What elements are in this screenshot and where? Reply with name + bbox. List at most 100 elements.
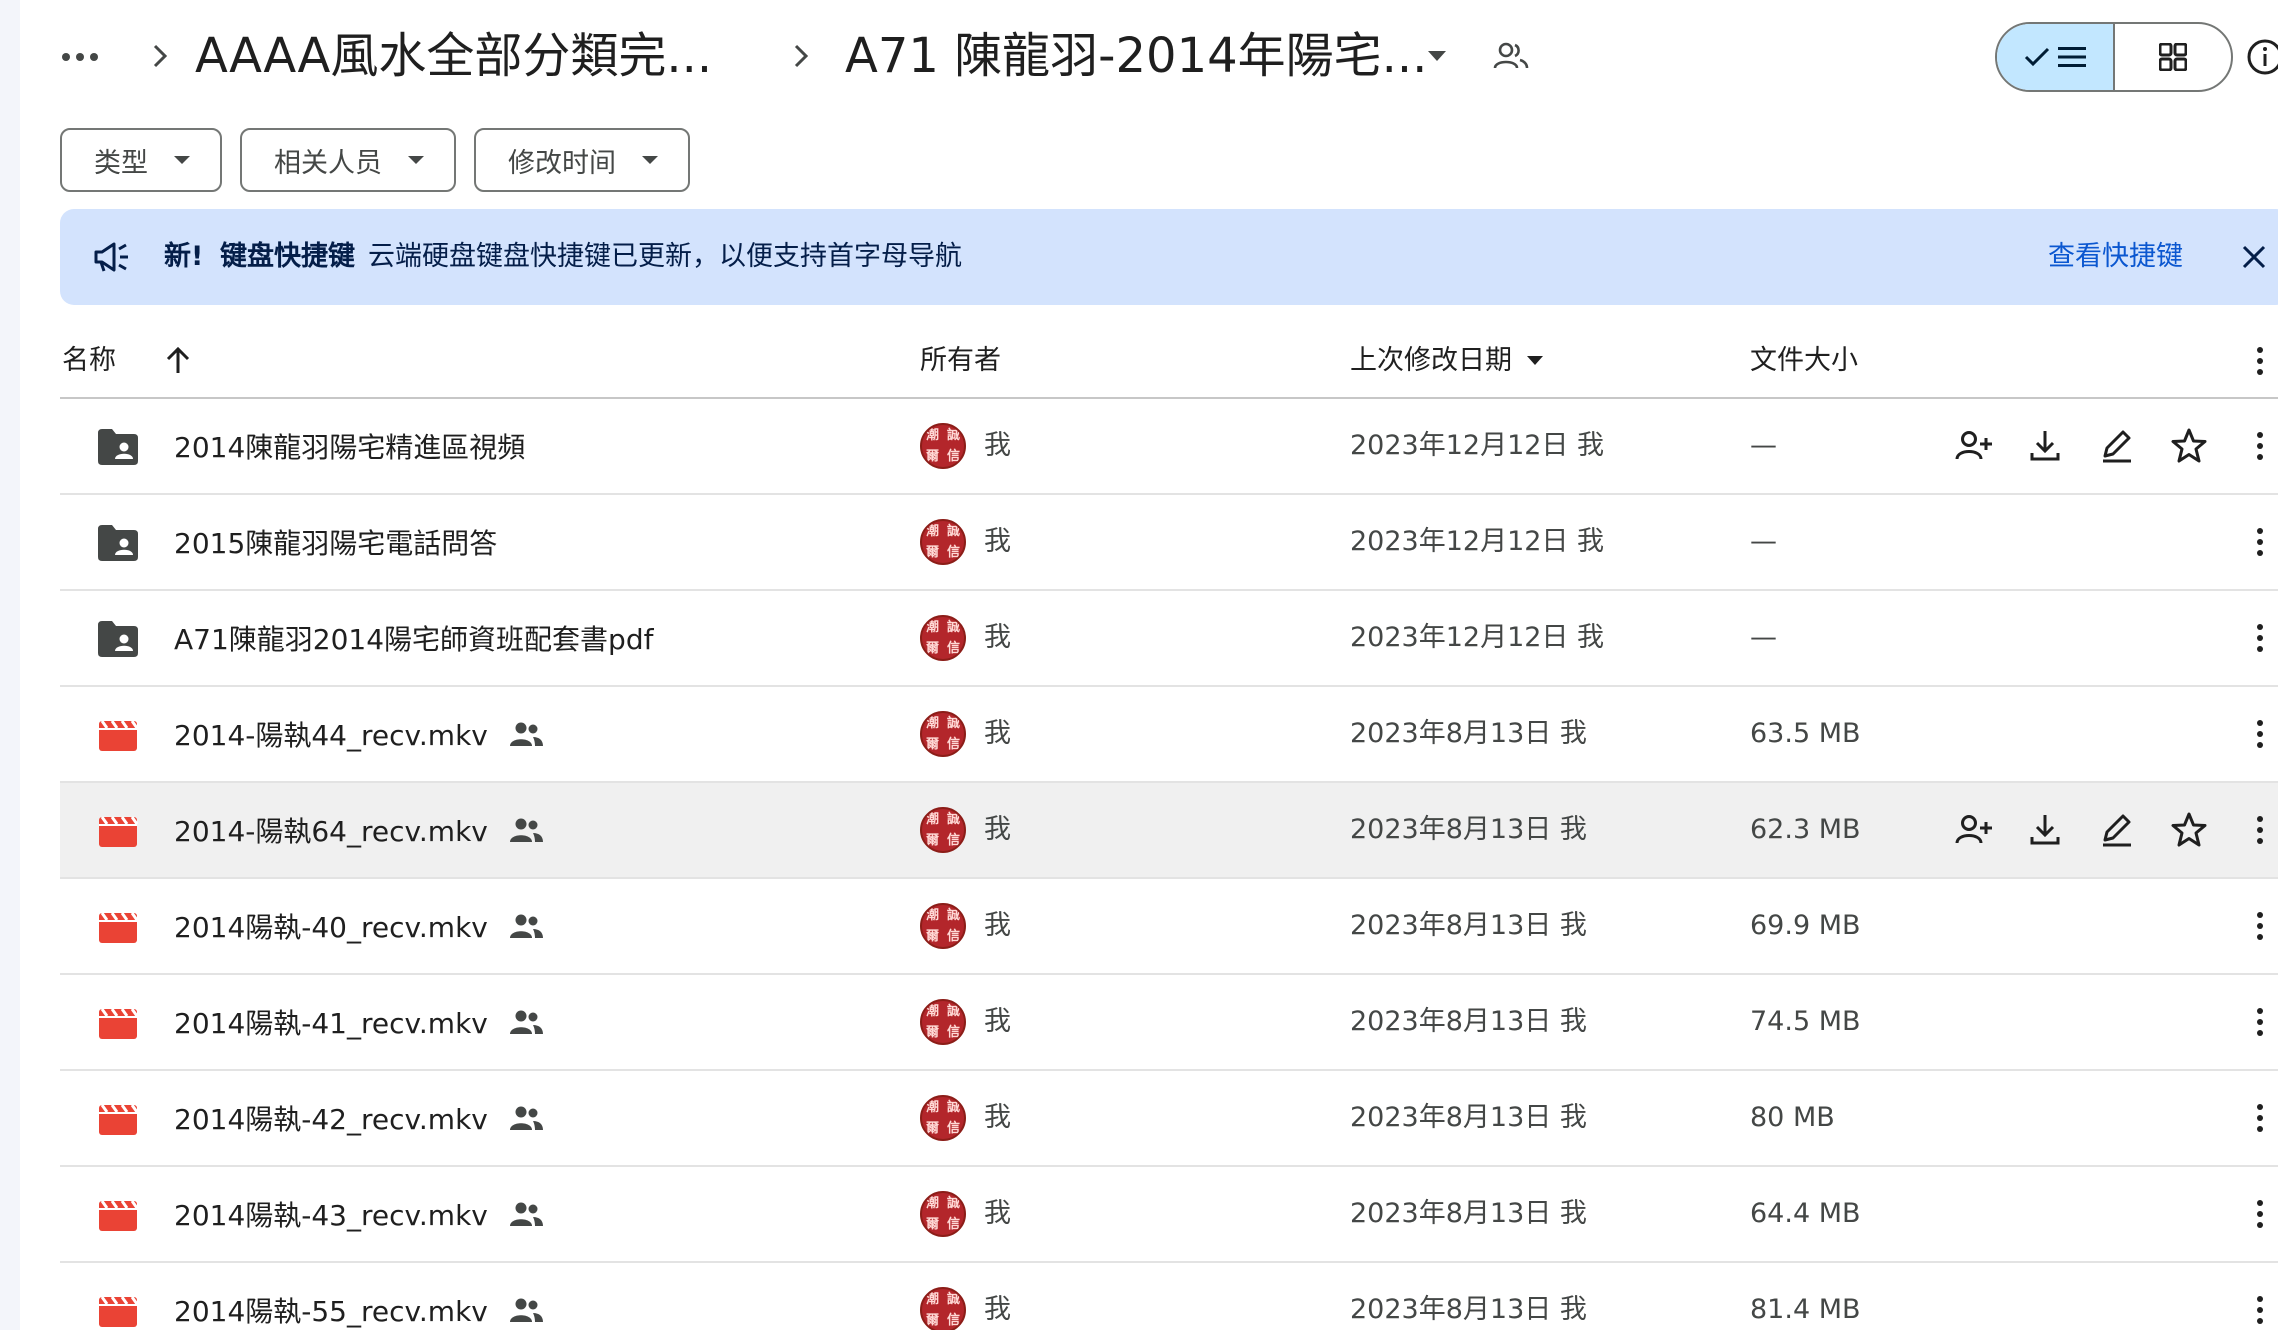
- avatar-char: 爾: [925, 545, 939, 560]
- file-name[interactable]: A71陳龍羽2014陽宅師資班配套書pdf: [174, 618, 653, 658]
- file-name[interactable]: 2014陽執-40_recv.mkv: [174, 906, 488, 946]
- filter-modified-chip[interactable]: 修改时间: [474, 128, 690, 192]
- file-size: 64.4 MB: [1750, 1198, 1861, 1229]
- owner-avatar: 潮誠爾信: [920, 999, 966, 1045]
- modified-date: 2023年12月12日 我: [1350, 430, 1605, 461]
- owner-avatar: 潮誠爾信: [920, 519, 966, 565]
- table-row[interactable]: 2014陽執-43_recv.mkv 潮誠爾信我 2023年8月13日 我 64.4 …: [60, 1167, 2278, 1263]
- download-icon[interactable]: [2022, 423, 2068, 469]
- sort-up-arrow-icon[interactable]: [160, 343, 196, 379]
- table-row[interactable]: 2015陳龍羽陽宅電話問答潮誠爾信我 2023年12月12日 我 —: [60, 495, 2278, 591]
- breadcrumb-current-folder[interactable]: A71 陳龍羽-2014年陽宅...: [845, 22, 1427, 90]
- column-owner-header[interactable]: 所有者: [920, 325, 1001, 397]
- header: AAAA風水全部分類完... A71 陳龍羽-2014年陽宅...: [20, 0, 2278, 115]
- column-modified-header[interactable]: 上次修改日期: [1350, 325, 1544, 397]
- avatar-char: 誠: [946, 1004, 960, 1019]
- file-name[interactable]: 2014陽執-55_recv.mkv: [174, 1290, 488, 1330]
- star-icon[interactable]: [2166, 807, 2212, 853]
- star-icon[interactable]: [2166, 423, 2212, 469]
- avatar-char: 誠: [946, 1196, 960, 1211]
- grid-view-button[interactable]: [2115, 24, 2231, 90]
- table-row[interactable]: 2014-陽執44_recv.mkv 潮誠爾信我 2023年8月13日 我 63.5 …: [60, 687, 2278, 783]
- check-icon: [2024, 47, 2050, 67]
- table-row[interactable]: 2014陽執-55_recv.mkv 潮誠爾信我 2023年8月13日 我 81.4 …: [60, 1263, 2278, 1330]
- file-name-cell: 2014陽執-43_recv.mkv: [174, 1167, 544, 1261]
- modified-date: 2023年8月13日 我: [1350, 1102, 1587, 1133]
- file-name[interactable]: 2014-陽執44_recv.mkv: [174, 714, 488, 754]
- video-file-icon: [96, 811, 140, 851]
- side-panel-edge: [0, 0, 20, 1330]
- share-person-add-icon[interactable]: [1950, 807, 1996, 853]
- file-name-cell: 2014陳龍羽陽宅精進區視頻: [174, 399, 525, 493]
- avatar-char: 信: [946, 545, 960, 560]
- download-icon[interactable]: [2022, 807, 2068, 853]
- avatar-char: 誠: [946, 428, 960, 443]
- more-vert-icon[interactable]: [2242, 524, 2278, 560]
- table-row[interactable]: 2014陽執-41_recv.mkv 潮誠爾信我 2023年8月13日 我 74.5 …: [60, 975, 2278, 1071]
- file-name[interactable]: 2015陳龍羽陽宅電話問答: [174, 522, 497, 562]
- folder-menu-caret-icon[interactable]: [1415, 38, 1459, 74]
- filter-bar: 类型 相关人员 修改时间: [60, 128, 690, 192]
- more-vert-icon[interactable]: [2242, 620, 2278, 656]
- modified-date: 2023年12月12日 我: [1350, 526, 1605, 557]
- info-icon[interactable]: [2240, 32, 2278, 82]
- table-row[interactable]: A71陳龍羽2014陽宅師資班配套書pdf 潮誠爾信我 2023年12月12日 我 —: [60, 591, 2278, 687]
- list-icon: [2058, 47, 2086, 67]
- file-name[interactable]: 2014陽執-41_recv.mkv: [174, 1002, 488, 1042]
- more-vert-icon[interactable]: [2242, 812, 2278, 848]
- file-name-cell: 2014-陽執64_recv.mkv: [174, 783, 544, 877]
- file-name[interactable]: 2014-陽執64_recv.mkv: [174, 810, 488, 850]
- close-icon[interactable]: [2230, 233, 2278, 281]
- filter-people-chip[interactable]: 相关人员: [240, 128, 456, 192]
- rename-edit-icon[interactable]: [2094, 807, 2140, 853]
- table-row[interactable]: 2014陽執-40_recv.mkv 潮誠爾信我 2023年8月13日 我 69.9 …: [60, 879, 2278, 975]
- more-vert-icon[interactable]: [2242, 716, 2278, 752]
- more-vert-icon[interactable]: [2242, 343, 2278, 379]
- dropdown-arrow-icon: [408, 156, 424, 164]
- file-name-cell: A71陳龍羽2014陽宅師資班配套書pdf: [174, 591, 653, 685]
- filter-label: 相关人员: [274, 147, 382, 179]
- file-name[interactable]: 2014陽執-43_recv.mkv: [174, 1194, 488, 1234]
- share-person-add-icon[interactable]: [1950, 423, 1996, 469]
- banner-message: 云端硬盘键盘快捷键已更新，以便支持首字母导航: [368, 241, 962, 272]
- breadcrumb-more-icon[interactable]: [50, 30, 110, 84]
- list-view-button[interactable]: [1997, 24, 2115, 90]
- table-row[interactable]: 2014-陽執64_recv.mkv 潮誠爾信我 2023年8月13日 我 62.3 …: [60, 783, 2278, 879]
- table-row[interactable]: 2014陳龍羽陽宅精進區視頻潮誠爾信我 2023年12月12日 我 —: [60, 399, 2278, 495]
- column-name-header[interactable]: 名称: [62, 325, 116, 397]
- file-name[interactable]: 2014陳龍羽陽宅精進區視頻: [174, 426, 525, 466]
- more-vert-icon[interactable]: [2242, 1004, 2278, 1040]
- view-shortcuts-link[interactable]: 查看快捷键: [2048, 209, 2183, 305]
- modified-date: 2023年8月13日 我: [1350, 910, 1587, 941]
- rename-edit-icon[interactable]: [2094, 423, 2140, 469]
- row-quick-actions: [1950, 423, 2212, 469]
- shared-people-icon[interactable]: [1486, 34, 1536, 78]
- avatar-char: 爾: [925, 449, 939, 464]
- more-vert-icon[interactable]: [2242, 908, 2278, 944]
- more-vert-icon[interactable]: [2242, 1196, 2278, 1232]
- shared-folder-icon: [96, 427, 140, 467]
- file-size: —: [1750, 430, 1777, 461]
- breadcrumb-parent-folder[interactable]: AAAA風水全部分類完...: [195, 22, 735, 90]
- file-name[interactable]: 2014陽執-42_recv.mkv: [174, 1098, 488, 1138]
- shared-people-icon: [508, 1007, 544, 1037]
- shortcuts-banner: 新! 键盘快捷键 云端硬盘键盘快捷键已更新，以便支持首字母导航 查看快捷键: [60, 209, 2278, 305]
- avatar-char: 信: [946, 737, 960, 752]
- avatar-char: 爾: [925, 833, 939, 848]
- more-vert-icon[interactable]: [2242, 1100, 2278, 1136]
- avatar-char: 信: [946, 1025, 960, 1040]
- dropdown-arrow-icon: [642, 156, 658, 164]
- filter-type-chip[interactable]: 类型: [60, 128, 222, 192]
- table-row[interactable]: 2014陽執-42_recv.mkv 潮誠爾信我 2023年8月13日 我 80 MB: [60, 1071, 2278, 1167]
- avatar-char: 爾: [925, 737, 939, 752]
- more-vert-icon[interactable]: [2242, 428, 2278, 464]
- owner-name: 我: [984, 526, 1011, 557]
- banner-new-label: 新!: [164, 241, 204, 272]
- column-size-header[interactable]: 文件大小: [1750, 325, 1858, 397]
- modified-date: 2023年8月13日 我: [1350, 718, 1587, 749]
- file-list: 2014陳龍羽陽宅精進區視頻潮誠爾信我 2023年12月12日 我 —2015陳龍羽…: [60, 399, 2278, 1330]
- avatar-char: 潮: [925, 620, 939, 635]
- avatar-char: 信: [946, 1313, 960, 1328]
- more-vert-icon[interactable]: [2242, 1292, 2278, 1328]
- owner-avatar: 潮誠爾信: [920, 1191, 966, 1237]
